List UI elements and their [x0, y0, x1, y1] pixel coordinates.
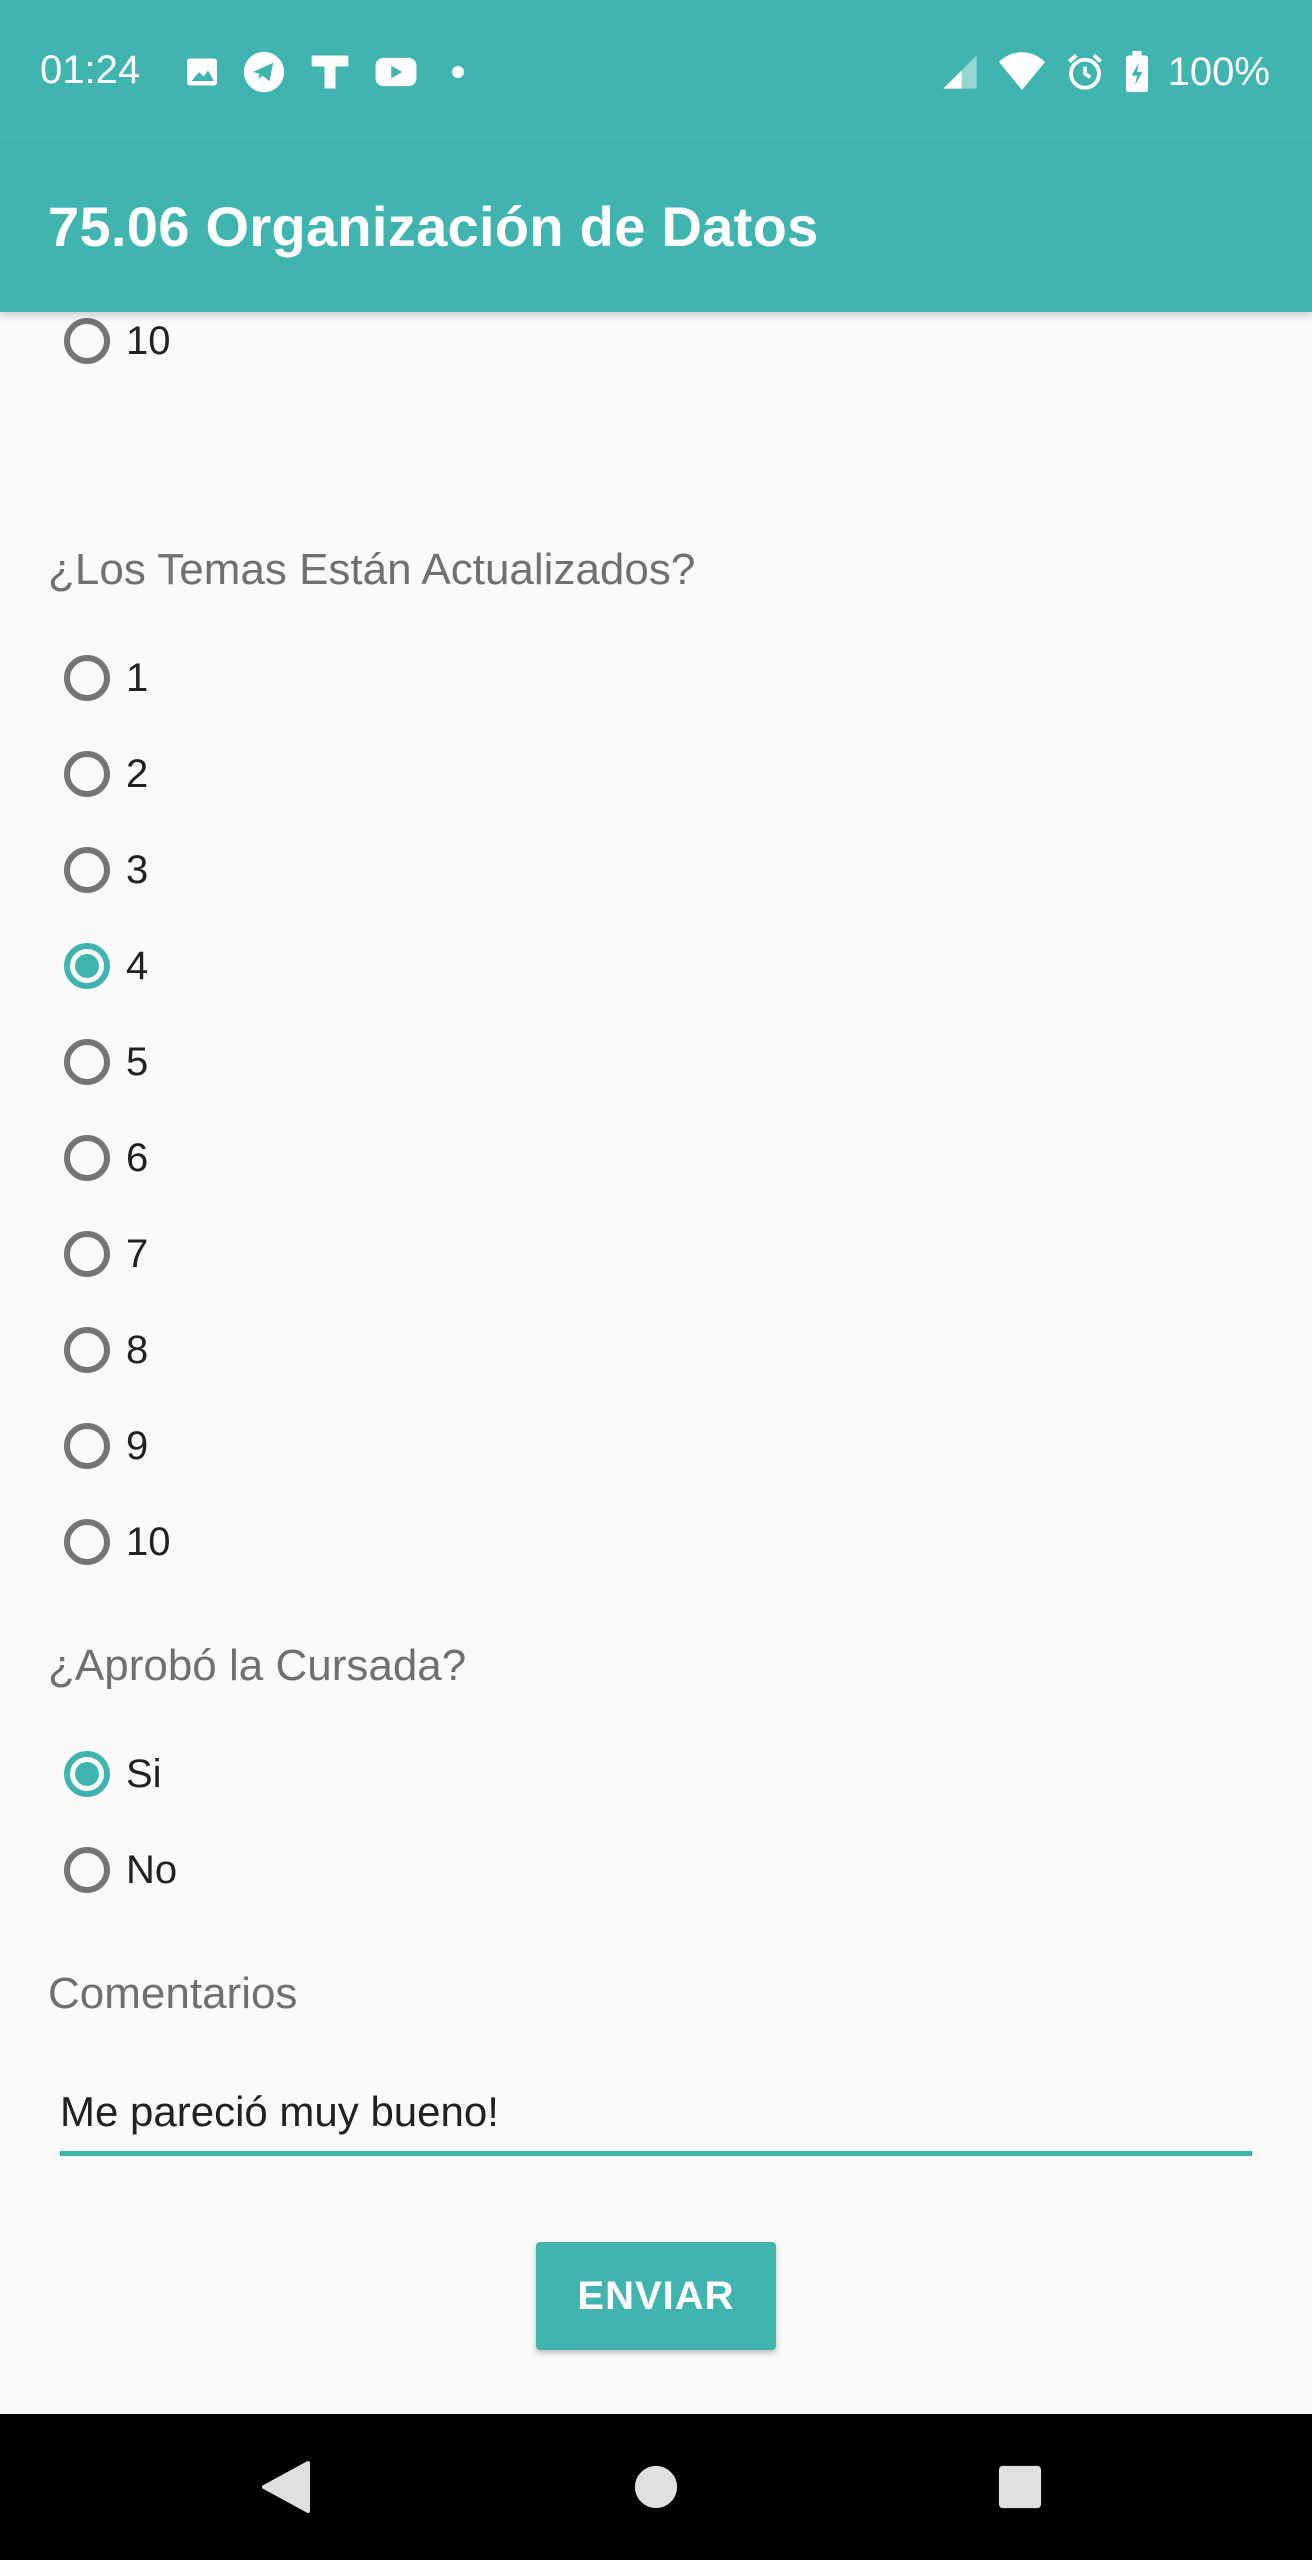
radio-option-topics-10[interactable]: 10: [64, 1510, 171, 1574]
radio-button[interactable]: [64, 1231, 110, 1277]
youtube-icon: [375, 57, 417, 87]
battery-percentage: 100%: [1167, 49, 1270, 94]
question-passed-course: ¿Aprobó la Cursada?: [48, 1641, 467, 1690]
radio-label: 2: [126, 751, 149, 796]
radio-option-topics-4[interactable]: 4: [64, 934, 148, 998]
battery-charging-icon: [1125, 50, 1148, 93]
radio-option-topics-2[interactable]: 2: [64, 742, 148, 806]
radio-button-checked[interactable]: [64, 1751, 110, 1797]
home-button[interactable]: [596, 2414, 716, 2560]
radio-button[interactable]: [64, 847, 110, 893]
radio-option-prev-10[interactable]: 10: [64, 312, 171, 373]
radio-option-topics-9[interactable]: 9: [64, 1414, 148, 1478]
radio-label: 4: [126, 943, 149, 988]
wifi-icon: [998, 52, 1045, 90]
radio-button[interactable]: [64, 655, 110, 701]
radio-option-no[interactable]: No: [64, 1838, 177, 1902]
comments-input[interactable]: [60, 2072, 1252, 2156]
overview-button[interactable]: [960, 2414, 1080, 2560]
app-bar: 75.06 Organización de Datos: [0, 144, 1312, 312]
radio-option-topics-1[interactable]: 1: [64, 646, 148, 710]
system-icons: 100%: [940, 48, 1270, 96]
radio-button[interactable]: [64, 1327, 110, 1373]
dot-icon: [452, 66, 464, 78]
radio-option-si[interactable]: Si: [64, 1742, 162, 1806]
radio-option-topics-5[interactable]: 5: [64, 1030, 148, 1094]
radio-button-checked[interactable]: [64, 943, 110, 989]
question-topics-updated: ¿Los Temas Están Actualizados?: [48, 545, 696, 594]
radio-button[interactable]: [64, 1847, 110, 1893]
submit-button[interactable]: ENVIAR: [536, 2242, 776, 2350]
home-icon: [634, 2465, 678, 2509]
radio-button[interactable]: [64, 1519, 110, 1565]
recents-icon: [998, 2465, 1042, 2509]
radio-label: 9: [126, 1423, 149, 1468]
back-icon: [262, 2461, 310, 2513]
radio-button[interactable]: [64, 751, 110, 797]
radio-option-topics-8[interactable]: 8: [64, 1318, 148, 1382]
back-button[interactable]: [226, 2414, 346, 2560]
radio-label: Si: [126, 1751, 162, 1796]
radio-option-topics-3[interactable]: 3: [64, 838, 148, 902]
image-icon: [187, 58, 217, 86]
radio-button[interactable]: [64, 1135, 110, 1181]
app-title: 75.06 Organización de Datos: [48, 195, 819, 258]
alarm-icon: [1067, 53, 1102, 90]
radio-option-topics-6[interactable]: 6: [64, 1126, 148, 1190]
radio-option-topics-7[interactable]: 7: [64, 1222, 148, 1286]
radio-button[interactable]: [64, 1039, 110, 1085]
radio-label: 10: [126, 1519, 171, 1564]
comments-label: Comentarios: [48, 1969, 298, 2018]
radio-label: 7: [126, 1231, 149, 1276]
t-app-icon: [311, 55, 349, 89]
radio-button[interactable]: [64, 318, 110, 364]
status-time: 01:24: [40, 48, 141, 92]
telegram-icon: [243, 51, 285, 93]
radio-label: 1: [126, 655, 149, 700]
radio-label: 8: [126, 1327, 149, 1372]
survey-form: 9 10 ¿Los Temas Están Actualizados? 1 2 …: [0, 312, 1312, 2414]
notification-icons: [184, 48, 476, 96]
radio-label: No: [126, 1847, 178, 1892]
radio-label: 6: [126, 1135, 149, 1180]
radio-label: 3: [126, 847, 149, 892]
status-bar: 01:24 100%: [0, 0, 1312, 144]
signal-icon: [943, 55, 977, 89]
radio-label: 10: [126, 318, 171, 363]
navigation-bar: [0, 2414, 1312, 2560]
radio-button[interactable]: [64, 1423, 110, 1469]
radio-label: 5: [126, 1039, 149, 1084]
